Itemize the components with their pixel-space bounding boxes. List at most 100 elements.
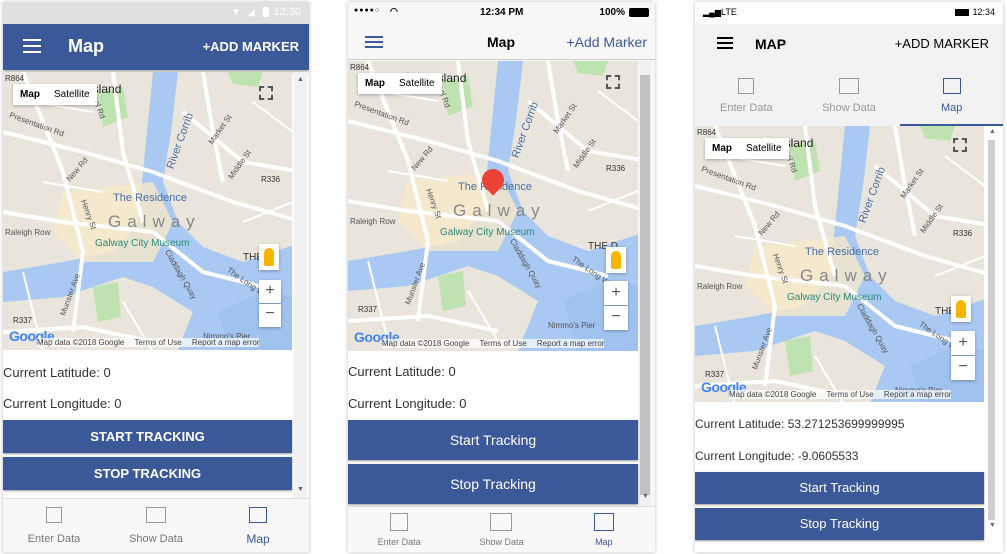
top-tab-bar: Enter Data Show Data Map — [695, 74, 1003, 126]
stop-tracking-button[interactable]: Stop Tracking — [695, 508, 984, 540]
menu-icon[interactable] — [365, 36, 383, 48]
fullscreen-icon[interactable] — [259, 86, 273, 100]
report-error-link[interactable]: Report a map error — [192, 338, 260, 347]
edit-icon — [390, 513, 409, 531]
current-latitude: Current Latitude: 0 — [3, 365, 111, 380]
wifi-icon: ▼ — [231, 7, 241, 18]
tab-enter-data[interactable]: Enter Data — [3, 499, 105, 552]
map-view[interactable]: THE DR864R337R336Nimmo's PierThe Long Wa… — [3, 72, 292, 350]
map-view[interactable]: THE DR864R337R336Nimmo's PierThe Long Wa… — [695, 126, 984, 402]
network-type: LTE — [721, 7, 737, 17]
scrollbar-thumb[interactable] — [988, 140, 995, 520]
zoom-out-button[interactable]: − — [951, 356, 975, 380]
tab-map[interactable]: Map — [207, 499, 309, 552]
windows-phone: ▂▄▆ LTE 12:34 MAP +ADD MARKER Enter Data… — [695, 2, 1003, 552]
scroll-down-icon[interactable]: ▼ — [989, 522, 996, 529]
tab-enter-data[interactable]: Enter Data — [695, 74, 798, 126]
android-toolbar: Map +ADD MARKER — [3, 24, 309, 70]
scrollbar[interactable]: ▼ — [639, 61, 651, 505]
map-type-map-button[interactable]: Map — [358, 73, 392, 94]
signal-icon: ◢ — [247, 7, 255, 18]
zoom-out-button[interactable]: − — [259, 304, 281, 327]
windows-status-bar: ▂▄▆ LTE 12:34 — [695, 2, 1003, 24]
start-tracking-button[interactable]: START TRACKING — [3, 420, 292, 453]
tab-show-data[interactable]: Show Data — [450, 507, 552, 552]
page-title: Map — [68, 36, 104, 56]
zoom-out-button[interactable]: − — [604, 306, 628, 330]
current-longitude: Current Longitude: 0 — [3, 396, 122, 411]
start-tracking-button[interactable]: Start Tracking — [348, 420, 638, 460]
tab-show-data[interactable]: Show Data — [798, 74, 901, 126]
fullscreen-icon[interactable] — [953, 138, 967, 152]
tab-label: Enter Data — [27, 533, 81, 545]
edit-icon — [738, 78, 755, 94]
zoom-in-button[interactable]: + — [259, 280, 281, 303]
map-type-control: Map Satellite — [358, 73, 442, 94]
tab-label: Enter Data — [377, 537, 421, 547]
map-icon — [249, 507, 267, 523]
folder-icon — [490, 513, 513, 531]
menu-icon[interactable] — [717, 37, 733, 49]
scroll-up-icon[interactable]: ▲ — [297, 76, 304, 83]
map-type-satellite-button[interactable]: Satellite — [47, 84, 97, 105]
folder-icon — [839, 78, 859, 94]
scrollbar[interactable]: ▲ ▼ — [294, 72, 307, 498]
scrollbar[interactable]: ▲ ▼ — [985, 126, 999, 546]
map-type-satellite-button[interactable]: Satellite — [739, 138, 789, 159]
tab-label: Map — [595, 537, 613, 547]
report-error-link[interactable]: Report a map error — [884, 390, 952, 399]
map-type-map-button[interactable]: Map — [705, 138, 739, 159]
scroll-down-icon[interactable]: ▼ — [642, 493, 649, 500]
street-view-pegman-icon[interactable] — [259, 244, 279, 270]
start-tracking-button[interactable]: Start Tracking — [695, 472, 984, 504]
terms-link[interactable]: Terms of Use — [827, 390, 874, 399]
wifi-icon: ◠ — [390, 6, 398, 16]
report-error-link[interactable]: Report a map error — [537, 339, 605, 348]
zoom-in-button[interactable]: + — [951, 331, 975, 355]
signal-icon: ▂▄▆ — [703, 8, 721, 17]
bottom-tab-bar: Enter Data Show Data Map — [348, 506, 655, 552]
battery-icon — [263, 7, 269, 17]
map-icon — [593, 513, 614, 531]
scrollbar-thumb[interactable] — [640, 75, 650, 495]
tab-enter-data[interactable]: Enter Data — [348, 507, 450, 552]
map-graphic — [695, 126, 984, 402]
status-time: 12:30 — [273, 6, 301, 18]
status-time: 12:34 PM — [480, 7, 524, 18]
terms-link[interactable]: Terms of Use — [480, 339, 527, 348]
add-marker-button[interactable]: +Add Marker — [566, 34, 647, 50]
tab-label: Show Data — [129, 533, 183, 545]
zoom-in-button[interactable]: + — [604, 281, 628, 305]
status-time: 12:34 — [972, 7, 995, 17]
terms-link[interactable]: Terms of Use — [135, 338, 182, 347]
page-title: Map — [487, 34, 515, 50]
tab-label: Show Data — [479, 537, 524, 547]
map-data-text: Map data ©2018 Google — [729, 390, 817, 399]
tab-label: Show Data — [822, 102, 876, 114]
tab-map[interactable]: Map — [900, 74, 1003, 126]
ios-navbar: Map +Add Marker — [348, 24, 655, 60]
fullscreen-icon[interactable] — [606, 75, 620, 89]
add-marker-button[interactable]: +ADD MARKER — [895, 36, 989, 51]
map-data-text: Map data ©2018 Google — [382, 339, 470, 348]
stop-tracking-button[interactable]: STOP TRACKING — [3, 457, 292, 490]
menu-icon[interactable] — [23, 39, 41, 53]
scroll-up-icon[interactable]: ▲ — [989, 128, 996, 135]
folder-icon — [146, 507, 166, 523]
android-status-bar: ▼ ◢ 12:30 — [3, 2, 309, 24]
tab-show-data[interactable]: Show Data — [105, 499, 207, 552]
map-type-control: Map Satellite — [13, 84, 97, 105]
stop-tracking-button[interactable]: Stop Tracking — [348, 464, 638, 504]
signal-dots: ●●●●○ — [354, 7, 381, 14]
add-marker-button[interactable]: +ADD MARKER — [203, 39, 299, 54]
map-type-map-button[interactable]: Map — [13, 84, 47, 105]
street-view-pegman-icon[interactable] — [606, 247, 626, 273]
battery-icon — [955, 9, 969, 16]
tab-label: Map — [940, 102, 963, 114]
map-type-satellite-button[interactable]: Satellite — [392, 73, 442, 94]
map-view[interactable]: THE DR864R337R336Nimmo's PierThe Long Wa… — [348, 61, 638, 351]
scroll-down-icon[interactable]: ▼ — [297, 486, 304, 493]
tab-map[interactable]: Map — [553, 507, 655, 552]
android-phone: ▼ ◢ 12:30 Map +ADD MARKER THE D R864 R33… — [3, 2, 309, 552]
street-view-pegman-icon[interactable] — [951, 296, 971, 322]
